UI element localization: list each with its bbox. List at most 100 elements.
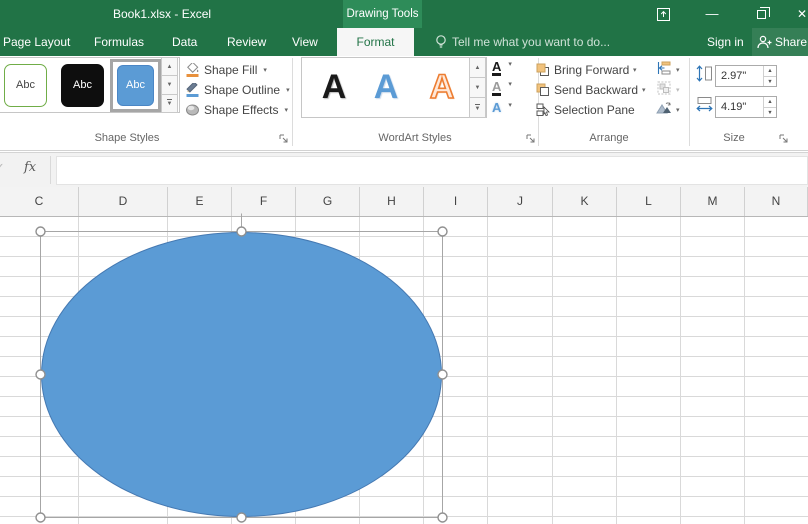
column-header-N[interactable]: N: [745, 187, 808, 216]
arrange-group-label: Arrange: [589, 132, 629, 144]
worksheet-grid[interactable]: [0, 217, 808, 524]
column-header-D[interactable]: D: [79, 187, 168, 216]
gallery-more-button[interactable]: ▼: [161, 94, 178, 113]
column-header-I[interactable]: I: [424, 187, 488, 216]
shape-effects-icon: [186, 104, 199, 116]
bring-forward-icon: [536, 63, 549, 76]
wordart-scrollbar: ▲ ▼ ▼: [469, 57, 486, 118]
ribbon: Abc Abc Abc ▲ ▼ ▼ Shape Fill ▾ Shape Out…: [0, 56, 808, 151]
gridline-vertical: [552, 217, 553, 524]
align-icon: [657, 61, 671, 75]
text-fill-icon: A: [492, 59, 502, 76]
text-outline-button[interactable]: A ▾: [492, 80, 522, 97]
column-header-E[interactable]: E: [168, 187, 232, 216]
shape-outline-button[interactable]: Shape Outline ▾: [185, 81, 290, 99]
tell-me-box[interactable]: Tell me what you want to do...: [452, 28, 610, 56]
title-bar: Book1.xlsx - Excel Drawing Tools — ✕: [0, 0, 808, 28]
rotate-caret-icon[interactable]: ▾: [676, 106, 680, 114]
pencil-icon: [186, 82, 199, 97]
selection-pane-icon: [536, 103, 550, 117]
shape-height-field[interactable]: 2.97" ▲ ▼: [715, 65, 777, 87]
ribbon-display-options-button[interactable]: [648, 0, 678, 28]
tab-view[interactable]: View: [292, 28, 318, 56]
wordart-gallery: A A A: [301, 57, 487, 118]
enter-check-icon[interactable]: ✓: [0, 160, 5, 176]
wordart-preset-blue[interactable]: A: [364, 64, 408, 110]
width-spin-down-button[interactable]: ▼: [764, 108, 776, 118]
width-spin-up-button[interactable]: ▲: [764, 97, 776, 108]
minimize-button[interactable]: —: [697, 0, 727, 28]
shape-width-value: 4.19": [721, 101, 747, 113]
shape-fill-button[interactable]: Shape Fill ▾: [185, 61, 267, 79]
column-header-J[interactable]: J: [488, 187, 553, 216]
gridline-vertical: [231, 217, 232, 524]
shape-style-preset-1[interactable]: Abc: [4, 64, 47, 107]
formula-input[interactable]: [56, 156, 808, 185]
bring-forward-label: Bring Forward: [554, 63, 630, 77]
shape-fill-caret-icon: ▾: [263, 67, 267, 74]
shape-style-preset-2[interactable]: Abc: [61, 64, 104, 107]
column-header-L[interactable]: L: [617, 187, 681, 216]
shape-effects-button[interactable]: Shape Effects ▾: [185, 101, 288, 119]
bring-forward-button[interactable]: Bring Forward: [536, 61, 629, 79]
column-header-H[interactable]: H: [360, 187, 424, 216]
sign-in-button[interactable]: Sign in: [707, 28, 744, 56]
shape-outline-caret-icon: ▾: [286, 87, 290, 94]
wordart-dialog-launcher[interactable]: [526, 131, 537, 143]
shape-width-icon: [696, 96, 713, 118]
column-header-C[interactable]: C: [0, 187, 79, 216]
column-header-M[interactable]: M: [681, 187, 745, 216]
gallery-scroll-up-button[interactable]: ▲: [469, 57, 486, 78]
selection-pane-button[interactable]: Selection Pane: [536, 101, 635, 119]
tab-review[interactable]: Review: [227, 28, 266, 56]
shape-style-preset-3-selected[interactable]: Abc: [110, 59, 161, 112]
tab-formulas[interactable]: Formulas: [94, 28, 144, 56]
send-backward-button[interactable]: Send Backward: [536, 81, 638, 99]
wordart-preset-black[interactable]: A: [312, 64, 356, 110]
rotate-button[interactable]: [656, 101, 671, 120]
shape-style-preset-3-thumb: Abc: [117, 65, 154, 106]
column-header-F[interactable]: F: [232, 187, 296, 216]
ribbon-display-options-icon: [656, 8, 670, 21]
gallery-more-button[interactable]: ▼: [469, 98, 486, 118]
column-header-G[interactable]: G: [296, 187, 360, 216]
tab-format-active[interactable]: Format: [337, 28, 414, 56]
shape-styles-scrollbar: ▲ ▼ ▼: [161, 57, 178, 113]
gridline-vertical: [616, 217, 617, 524]
size-group-label: Size: [723, 132, 745, 144]
group-separator: [292, 58, 293, 146]
height-spin-up-button[interactable]: ▲: [764, 66, 776, 77]
shape-styles-dialog-launcher[interactable]: [279, 131, 290, 143]
tab-page-layout[interactable]: Page Layout: [3, 28, 70, 56]
gallery-scroll-down-button[interactable]: ▼: [161, 76, 178, 95]
bring-forward-caret-icon[interactable]: ▾: [633, 66, 637, 74]
size-dialog-launcher[interactable]: [779, 131, 790, 143]
restore-button[interactable]: [746, 0, 776, 28]
send-backward-caret-icon[interactable]: ▾: [642, 86, 646, 94]
document-title: Book1.xlsx - Excel: [113, 7, 212, 21]
text-fill-caret-icon: ▾: [508, 61, 512, 68]
paint-bucket-icon: [186, 62, 199, 77]
text-fill-button[interactable]: A ▾: [492, 60, 522, 77]
align-caret-icon[interactable]: ▾: [676, 66, 680, 74]
gallery-scroll-down-button[interactable]: ▼: [469, 78, 486, 98]
share-person-icon: [757, 35, 772, 49]
gridline-vertical: [167, 217, 168, 524]
close-button[interactable]: ✕: [796, 0, 808, 28]
shape-fill-label: Shape Fill: [204, 63, 258, 77]
wordart-preset-orange[interactable]: A: [420, 64, 464, 110]
insert-function-button[interactable]: fx: [24, 160, 36, 175]
group-button[interactable]: [657, 81, 671, 100]
gridline-vertical: [359, 217, 360, 524]
height-spin-down-button[interactable]: ▼: [764, 77, 776, 87]
share-button[interactable]: Share: [752, 28, 808, 56]
send-backward-icon: [536, 83, 549, 96]
gallery-scroll-up-button[interactable]: ▲: [161, 57, 178, 77]
column-header-K[interactable]: K: [553, 187, 617, 216]
tab-data[interactable]: Data: [172, 28, 197, 56]
text-effects-button[interactable]: A ▾: [492, 101, 522, 118]
shape-width-field[interactable]: 4.19" ▲ ▼: [715, 96, 777, 118]
text-outline-icon: A: [492, 79, 502, 96]
text-outline-caret-icon: ▾: [508, 81, 512, 88]
align-button[interactable]: [657, 61, 671, 80]
